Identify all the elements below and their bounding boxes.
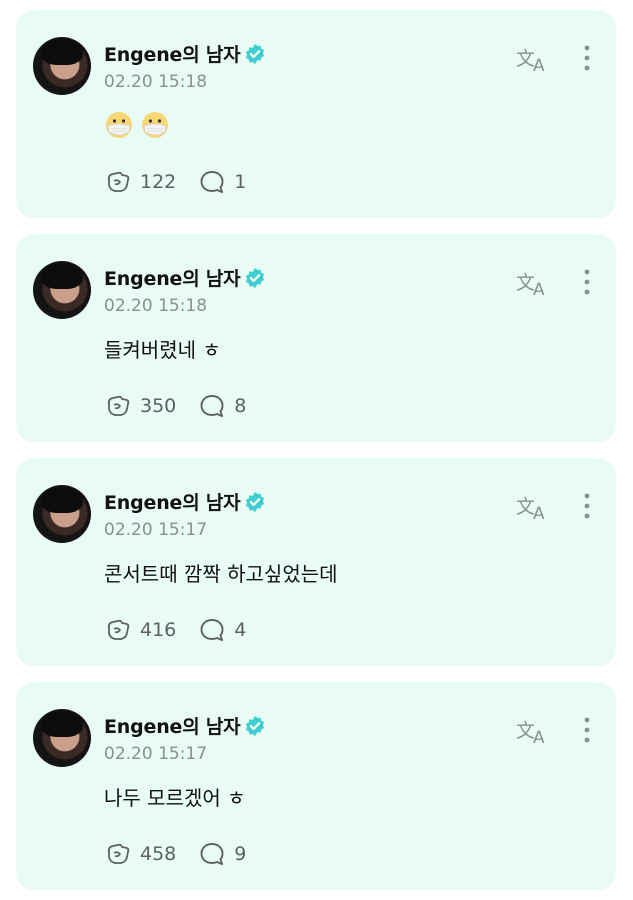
like-count: 458 [140,843,177,865]
comment-icon[interactable] [198,616,226,644]
avatar[interactable] [33,261,91,319]
like-count: 416 [140,619,177,641]
svg-text:A: A [533,280,545,298]
translate-icon[interactable]: 文 A [516,718,552,746]
avatar[interactable] [33,485,91,543]
translate-icon[interactable]: 文 A [516,270,552,298]
post-text: 들켜버렸네 ㅎ [104,338,221,362]
post-card[interactable]: Engene의 남자 02.20 15:17 나두 모르겠어 ㅎ 文 A 458… [16,682,616,890]
verified-badge-icon [246,491,265,512]
more-options-icon[interactable] [581,492,593,520]
translate-icon[interactable]: 文 A [516,46,552,74]
comment-count: 4 [234,619,247,641]
svg-text:A: A [533,504,545,522]
post-text: 나두 모르겠어 ㅎ [104,786,246,810]
author-name[interactable]: Engene의 남자 [104,488,241,515]
post-time: 02.20 15:17 [104,744,208,764]
more-options-icon[interactable] [581,716,593,744]
like-hand-icon[interactable] [104,616,132,644]
post-card[interactable]: Engene의 남자 02.20 15:17 콘서트때 깜짝 하고싶었는데 文 … [16,458,616,666]
like-hand-icon[interactable] [104,168,132,196]
face-with-medical-mask-icon [142,112,168,138]
like-hand-icon[interactable] [104,840,132,868]
comment-icon[interactable] [198,392,226,420]
post-time: 02.20 15:18 [104,72,208,92]
post-card[interactable]: Engene의 남자 02.20 15:18 들켜버렸네 ㅎ 文 A 350 8 [16,234,616,442]
like-count: 350 [140,395,177,417]
more-options-icon[interactable] [581,44,593,72]
verified-badge-icon [246,43,265,64]
translate-icon[interactable]: 文 A [516,494,552,522]
post-text: 콘서트때 깜짝 하고싶었는데 [104,562,338,586]
comment-icon[interactable] [198,840,226,868]
more-options-icon[interactable] [581,268,593,296]
svg-text:A: A [533,56,545,74]
avatar[interactable] [33,709,91,767]
svg-text:A: A [533,728,545,746]
comment-count: 8 [234,395,247,417]
post-time: 02.20 15:17 [104,520,208,540]
comment-count: 1 [234,171,247,193]
author-name[interactable]: Engene의 남자 [104,712,241,739]
author-name[interactable]: Engene의 남자 [104,264,241,291]
face-with-medical-mask-icon [106,112,132,138]
like-count: 122 [140,171,177,193]
author-name[interactable]: Engene의 남자 [104,40,241,67]
comment-icon[interactable] [198,168,226,196]
verified-badge-icon [246,715,265,736]
verified-badge-icon [246,267,265,288]
post-card[interactable]: Engene의 남자 02.20 15:18 文 A 122 1 [16,10,616,218]
emoji-row [104,110,170,140]
like-hand-icon[interactable] [104,392,132,420]
avatar[interactable] [33,37,91,95]
post-time: 02.20 15:18 [104,296,208,316]
comment-count: 9 [234,843,247,865]
